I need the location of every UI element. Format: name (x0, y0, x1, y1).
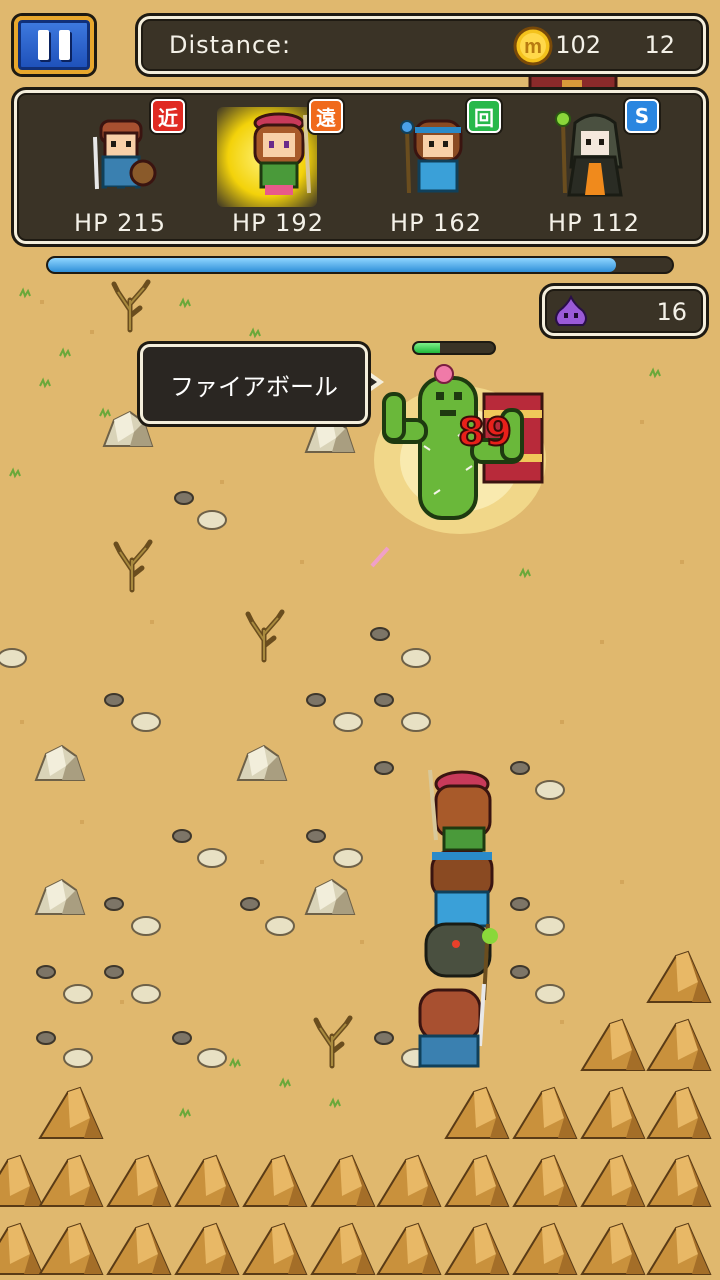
slime-count: 16 (656, 298, 687, 326)
distance-progress-bar (46, 256, 674, 274)
party-member-swordsman[interactable]: 近 HP 215 (45, 93, 195, 241)
party-panel: 近 HP 215 遠 HP 192 回 HP 162 S HP 112 (14, 90, 706, 244)
member-hp: HP 162 (390, 209, 482, 237)
stats-panel: Distance: 102 m 12 (138, 16, 706, 74)
distance-progress-fill (48, 258, 616, 272)
slime-counter: 16 (542, 286, 706, 336)
pause-icon-bar-left (38, 30, 49, 60)
slime-icon (555, 295, 587, 326)
distance-value: 102 (555, 31, 601, 59)
enemy-hp-fill (414, 343, 441, 353)
coin-count: 12 (644, 31, 675, 59)
member-hp: HP 112 (548, 209, 640, 237)
distance-label: Distance: (169, 31, 292, 59)
coin-icon: m (513, 26, 553, 66)
member-hp: HP 215 (74, 209, 166, 237)
pause-button[interactable] (14, 16, 94, 74)
role-badge-melee: 近 (151, 99, 185, 133)
party-member-archer[interactable]: 遠 HP 192 (203, 93, 353, 241)
party-member-healer[interactable]: 回 HP 162 (361, 93, 511, 241)
enemy-hp-bar (412, 341, 496, 355)
coin-letter: m (524, 36, 542, 58)
pause-icon-bar-right (59, 30, 70, 60)
role-badge-healer: 回 (467, 99, 501, 133)
role-badge-special: S (625, 99, 659, 133)
party-member-mage[interactable]: S HP 112 (519, 93, 669, 241)
damage-number: 89 (457, 409, 513, 455)
skill-name-bubble: ファイアボール (140, 344, 368, 424)
member-hp: HP 192 (232, 209, 324, 237)
role-badge-ranged: 遠 (309, 99, 343, 133)
